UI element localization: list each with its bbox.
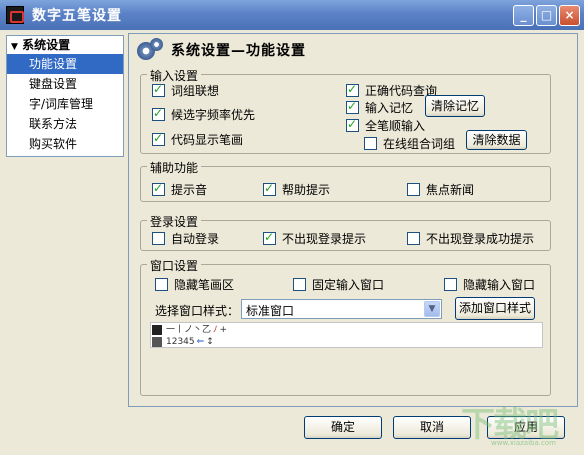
checkbox-fix-input-window[interactable]: 固定输入窗口: [293, 276, 384, 293]
minimize-button[interactable]: _: [513, 5, 534, 26]
checkbox-help-tips[interactable]: 帮助提示: [263, 181, 330, 198]
nav-item-contact[interactable]: 联系方法: [7, 114, 123, 134]
preview-numbers: 12345: [166, 336, 195, 347]
checkbox-box[interactable]: [407, 183, 420, 196]
title-bar: 数字五笔设置 _ □ ×: [0, 0, 584, 30]
panel-header: 系统设置—功能设置: [129, 34, 577, 66]
checkbox-label: 提示音: [171, 183, 208, 197]
checkbox-code-lookup[interactable]: 正确代码查询: [346, 82, 437, 99]
preview-updown: ↕: [206, 336, 214, 347]
close-button[interactable]: ×: [559, 5, 580, 26]
nav-header-label: 系统设置: [22, 38, 71, 52]
preview-row: 一丨ノ丶乙 ﾉ +: [151, 324, 542, 336]
clear-memory-button[interactable]: 清除记忆: [425, 95, 485, 117]
preview-row: 12345 ⇐ ↕: [151, 336, 542, 348]
checkbox-hide-stroke-area[interactable]: 隐藏笔画区: [155, 276, 234, 293]
nav-header[interactable]: ▼ 系统设置: [7, 37, 123, 54]
checkbox-box[interactable]: [263, 181, 276, 196]
checkbox-label: 隐藏输入窗口: [463, 278, 536, 292]
checkbox-label: 输入记忆: [365, 101, 414, 115]
nav-item-buy-software[interactable]: 购买软件: [7, 134, 123, 154]
checkbox-box[interactable]: [293, 278, 306, 291]
group-label: 登录设置: [147, 213, 202, 230]
checkbox-no-login-prompt[interactable]: 不出现登录提示: [263, 230, 366, 247]
group-label: 窗口设置: [147, 257, 202, 274]
checkbox-box[interactable]: [152, 106, 165, 121]
checkbox-label: 自动登录: [171, 232, 220, 246]
checkbox-full-stroke-input[interactable]: 全笔顺输入: [346, 117, 425, 134]
group-label: 辅助功能: [147, 159, 202, 176]
clear-data-button[interactable]: 清除数据: [466, 130, 527, 150]
checkbox-label: 不出现登录提示: [282, 232, 367, 246]
checkbox-input-memory[interactable]: 输入记忆: [346, 99, 413, 116]
window-title: 数字五笔设置: [32, 8, 122, 24]
checkbox-auto-login[interactable]: 自动登录: [152, 230, 219, 247]
checkbox-label: 不出现登录成功提示: [426, 232, 535, 246]
checkbox-label: 焦点新闻: [426, 183, 475, 197]
keyboard-icon: [152, 337, 162, 347]
window-style-value: 标准窗口: [246, 304, 295, 318]
checkbox-hide-input-window[interactable]: 隐藏输入窗口: [444, 276, 535, 293]
checkbox-box[interactable]: [364, 137, 377, 150]
checkbox-show-strokes[interactable]: 代码显示笔画: [152, 131, 243, 148]
ok-button[interactable]: 确定: [304, 416, 382, 439]
checkbox-sound[interactable]: 提示音: [152, 181, 207, 198]
checkbox-no-login-success-prompt[interactable]: 不出现登录成功提示: [407, 230, 534, 247]
panel-title: 系统设置—功能设置: [171, 43, 306, 59]
preview-marker: ﾉ: [213, 324, 218, 335]
checkbox-box[interactable]: [346, 99, 359, 114]
checkbox-online-phrase[interactable]: 在线组合词组: [364, 135, 455, 152]
watermark-logo: 下载吧 www.xiazaiba.com: [455, 397, 581, 453]
arrow-left-icon: ⇐: [196, 336, 205, 347]
checkbox-label: 全笔顺输入: [365, 119, 426, 133]
preview-plus: +: [219, 324, 228, 335]
checkbox-box[interactable]: [263, 230, 276, 245]
chevron-down-icon[interactable]: ▼: [424, 301, 440, 317]
checkbox-box[interactable]: [444, 278, 457, 291]
checkbox-box[interactable]: [346, 82, 359, 97]
checkbox-label: 帮助提示: [282, 183, 331, 197]
checkbox-word-association[interactable]: 词组联想: [152, 82, 219, 99]
input-method-icon: [152, 325, 162, 335]
checkbox-box[interactable]: [346, 117, 359, 132]
preview-strokes: 一丨ノ丶乙: [166, 324, 212, 335]
checkbox-focus-news[interactable]: 焦点新闻: [407, 181, 474, 198]
checkbox-box[interactable]: [407, 232, 420, 245]
window-style-select[interactable]: 标准窗口 ▼: [241, 299, 442, 319]
checkbox-box[interactable]: [155, 278, 168, 291]
nav-item-dictionary-management[interactable]: 字/词库管理: [7, 94, 123, 114]
checkbox-frequency-priority[interactable]: 候选字频率优先: [152, 106, 255, 123]
app-icon: [6, 6, 24, 24]
maximize-button[interactable]: □: [536, 5, 557, 26]
nav-item-function-settings[interactable]: 功能设置: [7, 54, 123, 74]
add-window-style-button[interactable]: 添加窗口样式: [455, 297, 535, 320]
checkbox-label: 在线组合词组: [383, 137, 456, 151]
checkbox-box[interactable]: [152, 181, 165, 196]
checkbox-label: 候选字频率优先: [171, 108, 256, 122]
gears-icon: [137, 38, 165, 62]
checkbox-box[interactable]: [152, 131, 165, 146]
expand-arrow-icon[interactable]: ▼: [11, 42, 18, 52]
checkbox-label: 固定输入窗口: [312, 278, 385, 292]
checkbox-box[interactable]: [152, 82, 165, 97]
checkbox-label: 代码显示笔画: [171, 133, 244, 147]
checkbox-label: 词组联想: [171, 84, 220, 98]
checkbox-label: 隐藏笔画区: [174, 278, 235, 292]
window-style-label: 选择窗口样式：: [155, 304, 240, 318]
nav-item-keyboard-settings[interactable]: 键盘设置: [7, 74, 123, 94]
settings-nav-tree: ▼ 系统设置 功能设置 键盘设置 字/词库管理 联系方法 购买软件: [6, 35, 124, 157]
watermark-url: www.xiazaiba.com: [491, 439, 556, 447]
checkbox-box[interactable]: [152, 232, 165, 245]
window-style-preview: 一丨ノ丶乙 ﾉ + 12345 ⇐ ↕: [150, 322, 543, 348]
